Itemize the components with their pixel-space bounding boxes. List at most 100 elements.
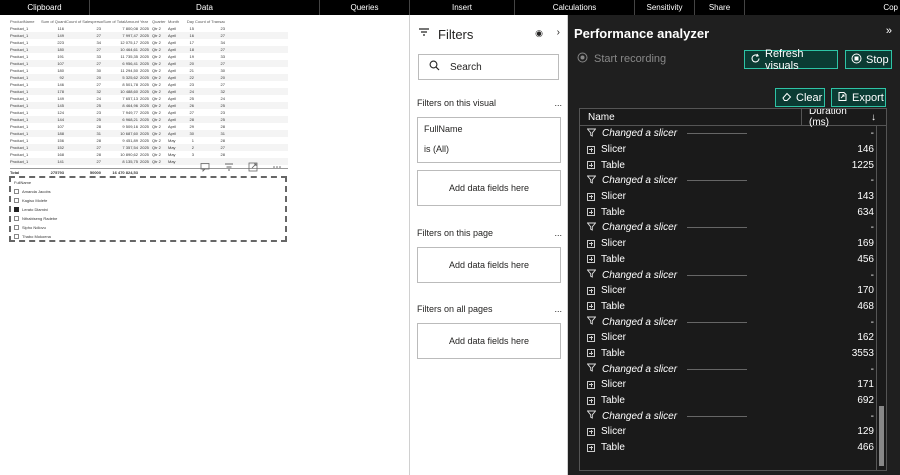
expand-plus-icon[interactable]: [587, 255, 595, 264]
ribbon-group-queries[interactable]: Queries: [320, 0, 410, 15]
perf-visual-row[interactable]: Table 692: [580, 393, 886, 409]
col-header[interactable]: Quarter: [152, 19, 168, 24]
col-name-header[interactable]: Name: [580, 112, 801, 123]
ribbon-group-insert[interactable]: Insert: [410, 0, 515, 15]
table-row[interactable]: Product_1 149 27 7 997,47 2025 Qtr 2 April 16 27: [10, 32, 288, 39]
col-header[interactable]: Sum of Quantity: [41, 19, 66, 24]
perf-action-row[interactable]: Changed a slicer -: [580, 361, 886, 377]
expand-plus-icon[interactable]: [587, 349, 595, 358]
col-duration-header[interactable]: Duration (ms) ↓: [801, 109, 876, 128]
ribbon-group-clipboard[interactable]: Clipboard: [0, 0, 90, 15]
ribbon-group-share[interactable]: Share: [695, 0, 745, 15]
more-options-icon[interactable]: ...: [554, 304, 562, 314]
table-row[interactable]: Product_1 144 25 6 968,21 2025 Qtr 2 April 28 25: [10, 116, 288, 123]
eye-icon[interactable]: ◉: [535, 28, 543, 39]
col-header[interactable]: Count of SalespersonID: [66, 19, 103, 24]
perf-visual-row[interactable]: Table 456: [580, 252, 886, 268]
ribbon-group-data[interactable]: Data: [90, 0, 320, 15]
col-header[interactable]: Month: [168, 19, 182, 24]
perf-visual-row[interactable]: Slicer 129: [580, 424, 886, 440]
checkbox[interactable]: [14, 216, 19, 221]
perf-visual-row[interactable]: Slicer 146: [580, 142, 886, 158]
add-data-fields-visual[interactable]: Add data fields here: [417, 170, 561, 206]
expand-plus-icon[interactable]: [587, 380, 595, 389]
perf-visual-row[interactable]: Slicer 162: [580, 330, 886, 346]
expand-plus-icon[interactable]: [587, 192, 595, 201]
expand-plus-icon[interactable]: [587, 286, 595, 295]
scrollbar-thumb[interactable]: [879, 406, 884, 466]
table-row[interactable]: Product_1 191 33 11 735,35 2025 Qtr 2 April 19 3…: [10, 53, 288, 60]
more-options-icon[interactable]: [272, 159, 282, 169]
perf-visual-row[interactable]: Slicer 170: [580, 283, 886, 299]
perf-visual-row[interactable]: Table 466: [580, 440, 886, 456]
perf-action-row[interactable]: Changed a slicer -: [580, 267, 886, 283]
slicer-item[interactable]: Kagiso Molefe: [11, 196, 285, 205]
table-row[interactable]: Product_1 223 34 12 075,17 2025 Qtr 2 April 17 3…: [10, 39, 288, 46]
table-row[interactable]: Product_1 180 30 11 294,50 2025 Qtr 2 April 21 3…: [10, 67, 288, 74]
start-recording-button[interactable]: Start recording: [577, 52, 666, 66]
ribbon-group-calculations[interactable]: Calculations: [515, 0, 635, 15]
expand-plus-icon[interactable]: [587, 239, 595, 248]
table-row[interactable]: Product_1 116 23 7 800,08 2025 Qtr 2 April 15 23: [10, 25, 288, 32]
expand-plus-icon[interactable]: [587, 427, 595, 436]
expand-plus-icon[interactable]: [587, 333, 595, 342]
focus-mode-icon[interactable]: [248, 159, 258, 172]
checkbox[interactable]: [14, 198, 19, 203]
filter-card-fullname[interactable]: FullName is (All): [417, 117, 561, 163]
table-row[interactable]: Product_1 178 32 10 488,60 2025 Qtr 2 April 24 3…: [10, 88, 288, 95]
expand-plus-icon[interactable]: [587, 396, 595, 405]
perf-visual-row[interactable]: Table 3553: [580, 346, 886, 362]
perf-visual-row[interactable]: Slicer 169: [580, 236, 886, 252]
filter-icon[interactable]: [224, 159, 234, 171]
table-row[interactable]: Product_1 156 28 9 451,89 2025 Qtr 2 May 1 28: [10, 137, 288, 144]
table-row[interactable]: Product_1 180 27 10 464,61 2025 Qtr 2 April 18 2…: [10, 46, 288, 53]
table-row[interactable]: Product_1 107 27 6 956,41 2025 Qtr 2 April 20 27: [10, 60, 288, 67]
more-options-icon[interactable]: ...: [554, 228, 562, 238]
collapse-pane-icon[interactable]: »: [886, 25, 892, 37]
clear-button[interactable]: Clear: [775, 88, 825, 107]
perf-action-row[interactable]: Changed a slicer -: [580, 408, 886, 424]
perf-action-row[interactable]: Changed a slicer -: [580, 314, 886, 330]
perf-action-row[interactable]: Changed a slicer -: [580, 220, 886, 236]
stop-button[interactable]: Stop: [845, 50, 892, 69]
table-row[interactable]: Product_1 124 23 7 949,77 2025 Qtr 2 April 27 23: [10, 109, 288, 116]
filters-search-input[interactable]: Search: [418, 54, 559, 80]
table-visual[interactable]: ProductName Sum of Quantity Count of Sal…: [10, 18, 288, 175]
expand-plus-icon[interactable]: [587, 443, 595, 452]
table-row[interactable]: Product_1 92 20 5 325,62 2025 Qtr 2 April 22 20: [10, 74, 288, 81]
col-header[interactable]: Count of TransactionID: [195, 19, 225, 24]
expand-plus-icon[interactable]: [587, 302, 595, 311]
expand-plus-icon[interactable]: [587, 208, 595, 217]
add-data-fields-all-pages[interactable]: Add data fields here: [417, 323, 561, 359]
perf-visual-row[interactable]: Table 468: [580, 299, 886, 315]
col-header[interactable]: Year: [140, 19, 152, 24]
table-row[interactable]: Product_1 152 27 7 357,54 2025 Qtr 2 May 2 27: [10, 144, 288, 151]
slicer-item[interactable]: Thabo Mokoena: [11, 232, 285, 241]
slicer-visual[interactable]: FullName Amanda Jacobs Kagiso Molefe Lerat…: [9, 176, 287, 242]
perf-visual-row[interactable]: Slicer 171: [580, 377, 886, 393]
vertical-scrollbar[interactable]: [876, 126, 886, 470]
export-button[interactable]: Export: [831, 88, 886, 107]
ribbon-group-sensitivity[interactable]: Sensitivity: [635, 0, 695, 15]
refresh-visuals-button[interactable]: Refresh visuals: [744, 48, 838, 72]
collapse-pane-icon[interactable]: ›: [557, 27, 560, 38]
table-row[interactable]: Product_1 146 27 8 501,78 2025 Qtr 2 April 23 27: [10, 81, 288, 88]
more-options-icon[interactable]: ...: [554, 98, 562, 108]
add-data-fields-page[interactable]: Add data fields here: [417, 247, 561, 283]
table-row[interactable]: Product_1 188 31 10 687,60 2025 Qtr 2 April 30 3…: [10, 130, 288, 137]
slicer-item[interactable]: Amanda Jacobs: [11, 187, 285, 196]
col-header[interactable]: Day: [182, 19, 195, 24]
checkbox[interactable]: [14, 189, 19, 194]
perf-visual-row[interactable]: Table 1225: [580, 157, 886, 173]
perf-visual-row[interactable]: Table 634: [580, 204, 886, 220]
ribbon-group-copilot[interactable]: Cop: [745, 0, 900, 15]
slicer-item[interactable]: Sipho Ndlovu: [11, 223, 285, 232]
perf-action-row[interactable]: Changed a slicer -: [580, 126, 886, 142]
perf-visual-row[interactable]: Slicer 143: [580, 189, 886, 205]
checkbox[interactable]: [14, 234, 19, 239]
comment-icon[interactable]: [200, 159, 210, 172]
expand-plus-icon[interactable]: [587, 161, 595, 170]
checkbox[interactable]: [14, 225, 19, 230]
col-header[interactable]: Sum of TotalAmount: [103, 19, 140, 24]
table-row[interactable]: Product_1 107 28 9 509,16 2025 Qtr 2 April 29 28: [10, 123, 288, 130]
